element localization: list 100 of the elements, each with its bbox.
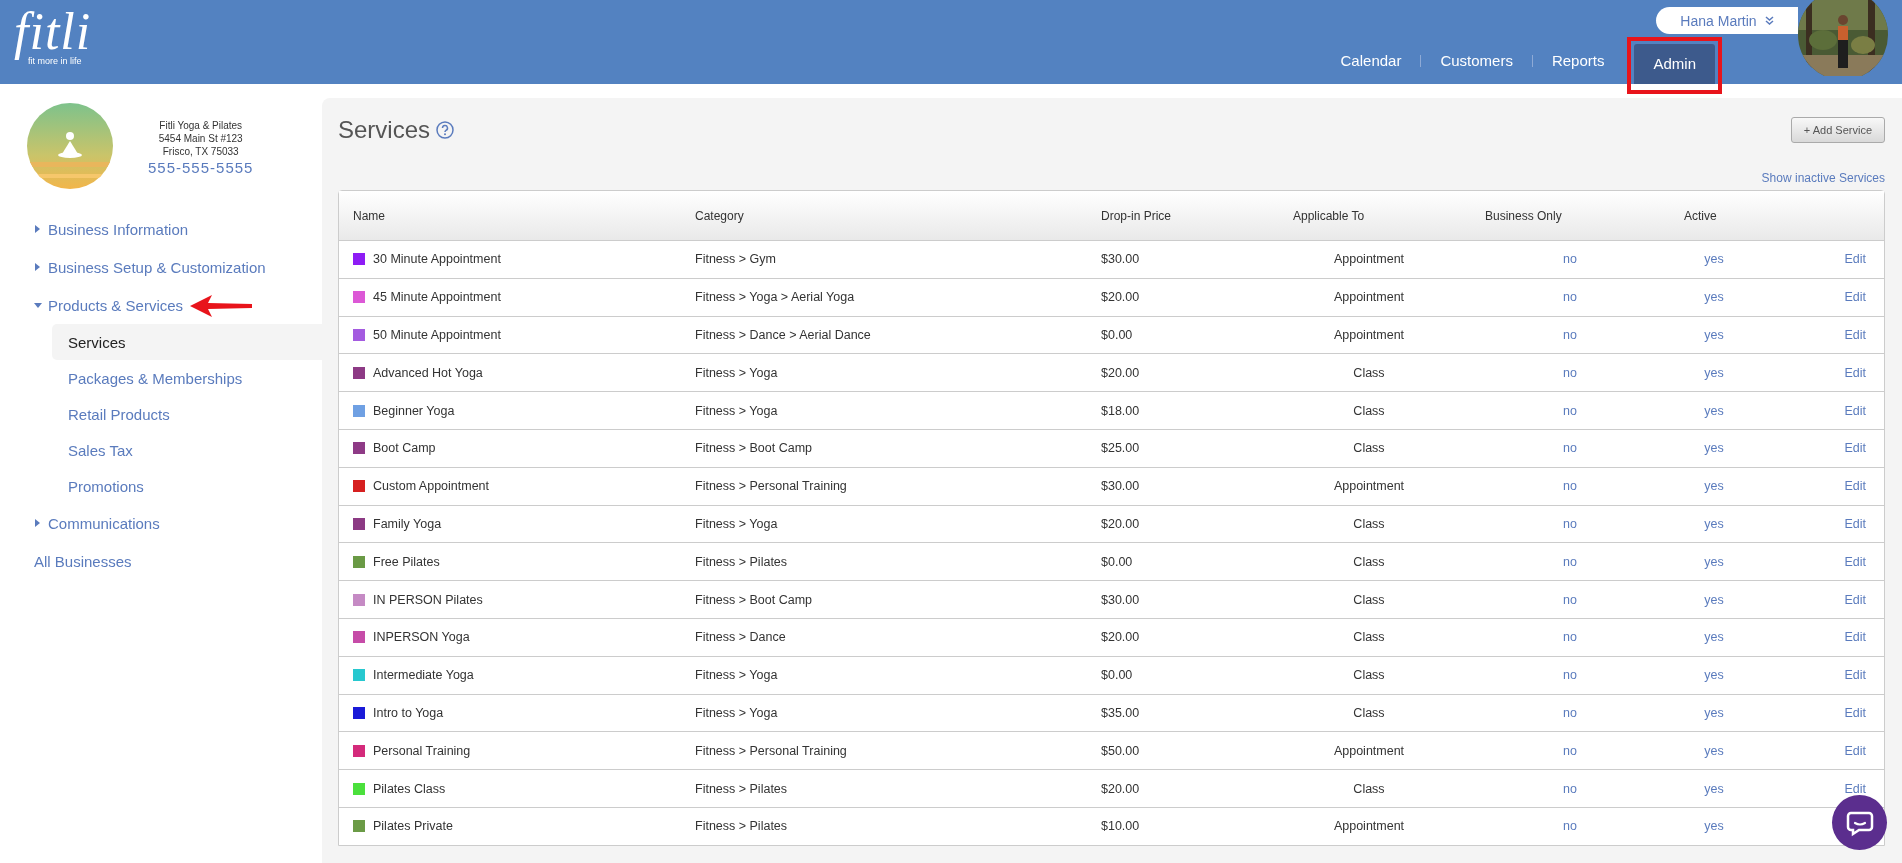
- table-cell-text: yes: [1703, 592, 1725, 607]
- edit-link[interactable]: Edit: [1844, 252, 1884, 267]
- nav-tab[interactable]: Calendar: [1321, 40, 1421, 81]
- table-cell-text: Fitness > Boot Camp: [695, 441, 814, 456]
- table-cell-text: Fitness > Yoga: [695, 403, 779, 418]
- column-header[interactable]: Name: [353, 208, 385, 223]
- table-cell-text: yes: [1703, 705, 1725, 720]
- table-cell-text: $0.00: [1101, 554, 1134, 569]
- nav-tab[interactable]: Admin: [1634, 44, 1715, 84]
- table-cell-text: yes: [1703, 743, 1725, 758]
- column-header[interactable]: Business Only: [1485, 208, 1562, 223]
- edit-link[interactable]: Edit: [1844, 554, 1884, 569]
- table-cell-text: $35.00: [1101, 705, 1141, 720]
- table-cell-text: $30.00: [1101, 592, 1141, 607]
- table-cell-text: $20.00: [1101, 365, 1141, 380]
- service-name: Intro to Yoga: [373, 705, 444, 720]
- service-name: IN PERSON Pilates: [373, 592, 483, 607]
- table-cell-text: Appointment: [1332, 819, 1406, 834]
- edit-link[interactable]: Edit: [1844, 403, 1884, 418]
- table-cell-text: Class: [1352, 630, 1386, 645]
- table-cell-text: no: [1562, 290, 1578, 305]
- sidebar-subitem[interactable]: Retail Products: [52, 396, 322, 432]
- edit-link[interactable]: Edit: [1844, 630, 1884, 645]
- table-cell-text: Appointment: [1332, 252, 1406, 267]
- user-menu[interactable]: Hana Martin: [1656, 7, 1798, 34]
- edit-link[interactable]: Edit: [1844, 290, 1884, 305]
- table-cell-text: yes: [1703, 819, 1725, 834]
- edit-link[interactable]: Edit: [1844, 479, 1884, 494]
- edit-link[interactable]: Edit: [1844, 328, 1884, 342]
- nav-tab[interactable]: Reports: [1532, 40, 1624, 81]
- sidebar-link[interactable]: All Businesses: [0, 542, 322, 580]
- table-cell-text: $20.00: [1101, 290, 1141, 305]
- edit-link[interactable]: Edit: [1844, 743, 1884, 758]
- add-service-button[interactable]: + Add Service: [1790, 117, 1885, 143]
- column-header[interactable]: Active: [1684, 208, 1717, 223]
- column-header[interactable]: Category: [695, 208, 744, 223]
- help-icon[interactable]: [436, 121, 455, 139]
- table-cell-text: Fitness > Pilates: [695, 781, 789, 796]
- service-name: INPERSON Yoga: [373, 630, 470, 645]
- service-name: Pilates Class: [373, 781, 446, 796]
- service-name: 50 Minute Appointment: [373, 328, 501, 342]
- edit-link[interactable]: Edit: [1844, 592, 1884, 607]
- table-cell-text: yes: [1703, 365, 1725, 380]
- service-name: Advanced Hot Yoga: [373, 365, 483, 380]
- sidebar-item[interactable]: Communications: [0, 504, 322, 542]
- table-cell-text: no: [1562, 668, 1578, 683]
- sidebar-item[interactable]: Products & Services: [0, 286, 322, 324]
- table-cell-text: no: [1562, 479, 1578, 494]
- edit-link[interactable]: Edit: [1844, 365, 1884, 380]
- table-cell-text: Fitness > Yoga: [695, 705, 779, 720]
- table-cell-text: no: [1562, 592, 1578, 607]
- table-cell-text: Fitness > Dance: [695, 630, 787, 645]
- table-cell-text: yes: [1703, 441, 1725, 456]
- table-cell-text: no: [1562, 516, 1578, 531]
- sidebar-subitem[interactable]: Packages & Memberships: [52, 360, 322, 396]
- table-cell-text: Class: [1352, 781, 1386, 796]
- table-cell-text: Fitness > Yoga: [695, 365, 779, 380]
- table-cell-text: Fitness > Pilates: [695, 819, 789, 834]
- table-cell-text: no: [1562, 781, 1578, 796]
- table-cell-text: yes: [1703, 554, 1725, 569]
- table-cell-text: no: [1562, 365, 1578, 380]
- table-cell-text: no: [1562, 819, 1578, 834]
- nav-tab[interactable]: Customers: [1421, 40, 1532, 81]
- table-cell-text: Class: [1352, 403, 1386, 418]
- edit-link[interactable]: Edit: [1844, 705, 1884, 720]
- column-header[interactable]: Applicable To: [1293, 208, 1365, 223]
- edit-link[interactable]: Edit: [1844, 516, 1884, 531]
- table-cell-text: Appointment: [1332, 743, 1406, 758]
- service-name: 45 Minute Appointment: [373, 290, 501, 305]
- table-cell-text: Class: [1352, 705, 1386, 720]
- table-cell-text: Class: [1352, 592, 1386, 607]
- table-cell-text: yes: [1703, 252, 1725, 267]
- service-name: Pilates Private: [373, 819, 453, 834]
- sidebar-subitem[interactable]: Sales Tax: [52, 432, 322, 468]
- table-cell-text: yes: [1703, 290, 1725, 305]
- service-name: Intermediate Yoga: [373, 668, 474, 683]
- table-cell-text: $0.00: [1101, 328, 1134, 342]
- business-city: Frisco, TX 75033: [162, 144, 239, 158]
- table-cell-text: no: [1562, 554, 1578, 569]
- column-header[interactable]: Drop-in Price: [1101, 208, 1172, 223]
- sidebar-item[interactable]: Business Information: [0, 210, 322, 248]
- service-name: Boot Camp: [373, 441, 436, 456]
- edit-link[interactable]: Edit: [1844, 441, 1884, 456]
- service-name: Free Pilates: [373, 554, 440, 569]
- chevron-icon: [1764, 15, 1774, 26]
- table-cell-text: $20.00: [1101, 781, 1141, 796]
- table-cell-text: $30.00: [1101, 479, 1141, 494]
- edit-link[interactable]: Edit: [1844, 668, 1884, 683]
- sidebar-subitem[interactable]: Services: [52, 324, 322, 360]
- table-cell-text: Class: [1352, 516, 1386, 531]
- caret-right-icon: [34, 263, 42, 271]
- sidebar-subitem[interactable]: Promotions: [52, 468, 322, 504]
- table-cell-text: $30.00: [1101, 252, 1141, 267]
- edit-link[interactable]: Edit: [1844, 781, 1884, 796]
- service-name: Custom Appointment: [373, 479, 490, 494]
- sidebar-item[interactable]: Business Setup & Customization: [0, 248, 322, 286]
- table-cell-text: Fitness > Gym: [695, 252, 777, 267]
- table-cell-text: Class: [1352, 365, 1386, 380]
- table-cell-text: $0.00: [1101, 668, 1134, 683]
- service-name: 30 Minute Appointment: [373, 252, 501, 267]
